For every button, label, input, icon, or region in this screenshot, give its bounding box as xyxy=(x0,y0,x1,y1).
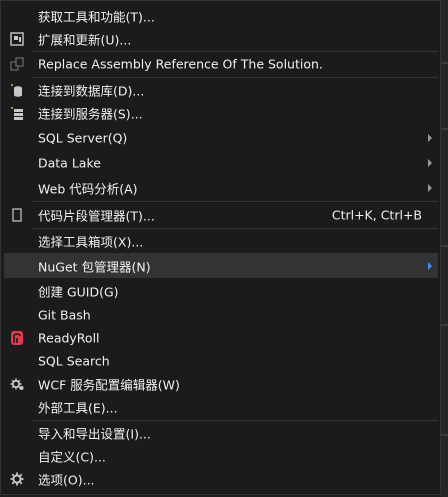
menu-item-label: 外部工具(E)... xyxy=(38,400,118,416)
tools-menu: 获取工具和功能(T)... 扩展和更新(U)... Replace Assemb… xyxy=(0,0,441,495)
menu-item-code-snippets-manager[interactable]: 代码片段管理器(T)... Ctrl+K, Ctrl+B xyxy=(4,202,438,227)
menu-item-customize[interactable]: 自定义(C)... xyxy=(4,444,438,467)
menu-item-connect-database[interactable]: 连接到数据库(D)... xyxy=(4,78,438,101)
menu-item-connect-server[interactable]: 连接到服务器(S)... xyxy=(4,101,438,125)
menu-item-label: 连接到数据库(D)... xyxy=(38,83,145,98)
menu-item-label: Web 代码分析(A) xyxy=(38,181,138,196)
menu-item-label: SQL Search xyxy=(38,353,110,368)
menu-item-data-lake[interactable]: Data Lake xyxy=(4,150,438,175)
menu-item-web-code-analysis[interactable]: Web 代码分析(A) xyxy=(4,175,438,200)
readyroll-icon xyxy=(11,330,23,345)
menu-item-extensions[interactable]: 扩展和更新(U)... xyxy=(4,27,438,50)
menu-item-label: 代码片段管理器(T)... xyxy=(38,208,155,223)
menu-item-nuget-package-manager[interactable]: NuGet 包管理器(N) xyxy=(4,253,438,278)
menu-item-external-tools[interactable]: 外部工具(E)... xyxy=(4,395,438,419)
menu-item-label: 选项(O)... xyxy=(38,472,95,487)
menu-item-label: Data Lake xyxy=(38,155,101,170)
menu-item-label: 创建 GUID(G) xyxy=(38,284,119,300)
menu-item-label: Replace Assembly Reference Of The Soluti… xyxy=(38,56,323,72)
menu-item-label: 扩展和更新(U)... xyxy=(38,32,132,47)
menu-item-label: SQL Server(Q) xyxy=(38,130,128,145)
extensions-icon xyxy=(10,31,24,46)
submenu-arrow-icon xyxy=(428,261,432,270)
menu-item-shortcut: Ctrl+K, Ctrl+B xyxy=(331,207,422,222)
menu-item-get-tools[interactable]: 获取工具和功能(T)... xyxy=(4,4,438,27)
menu-item-label: 获取工具和功能(T)... xyxy=(38,9,155,24)
editor-mark xyxy=(441,62,448,64)
menu-item-label: 自定义(C)... xyxy=(38,449,106,464)
menu-item-readyroll[interactable]: ReadyRoll xyxy=(4,326,438,349)
menu-item-sql-server[interactable]: SQL Server(Q) xyxy=(4,125,438,150)
background-editor-strip xyxy=(441,0,448,497)
submenu-arrow-icon xyxy=(428,158,432,167)
connect-database-icon xyxy=(11,83,22,97)
menu-item-label: Git Bash xyxy=(38,307,91,322)
connect-server-icon xyxy=(11,107,23,120)
editor-mark xyxy=(441,324,448,326)
replace-reference-icon xyxy=(10,57,24,71)
gear-icon xyxy=(10,472,24,485)
editor-mark xyxy=(441,245,448,247)
wcf-config-icon xyxy=(10,378,24,390)
submenu-arrow-icon xyxy=(428,133,432,142)
submenu-arrow-icon xyxy=(428,183,432,192)
menu-item-sql-search[interactable]: SQL Search xyxy=(4,349,438,372)
snippet-icon xyxy=(12,207,22,222)
menu-item-git-bash[interactable]: Git Bash xyxy=(4,303,438,326)
menu-item-replace-assembly-reference[interactable]: Replace Assembly Reference Of The Soluti… xyxy=(4,52,438,76)
editor-mark xyxy=(441,128,448,130)
menu-item-wcf-service-config-editor[interactable]: WCF 服务配置编辑器(W) xyxy=(4,372,438,395)
menu-item-label: 选择工具箱项(X)... xyxy=(38,234,144,250)
menu-item-options[interactable]: 选项(O)... xyxy=(4,467,438,490)
menu-item-label: NuGet 包管理器(N) xyxy=(38,259,151,274)
menu-item-choose-toolbox-items[interactable]: 选择工具箱项(X)... xyxy=(4,229,438,253)
menu-item-label: 连接到服务器(S)... xyxy=(38,106,143,122)
editor-mark xyxy=(441,434,448,436)
menu-item-import-export-settings[interactable]: 导入和导出设置(I)... xyxy=(4,421,438,444)
menu-item-label: ReadyRoll xyxy=(38,330,100,345)
menu-item-label: 导入和导出设置(I)... xyxy=(38,426,151,441)
menu-item-label: WCF 服务配置编辑器(W) xyxy=(38,377,180,392)
menu-item-create-guid[interactable]: 创建 GUID(G) xyxy=(4,279,438,303)
